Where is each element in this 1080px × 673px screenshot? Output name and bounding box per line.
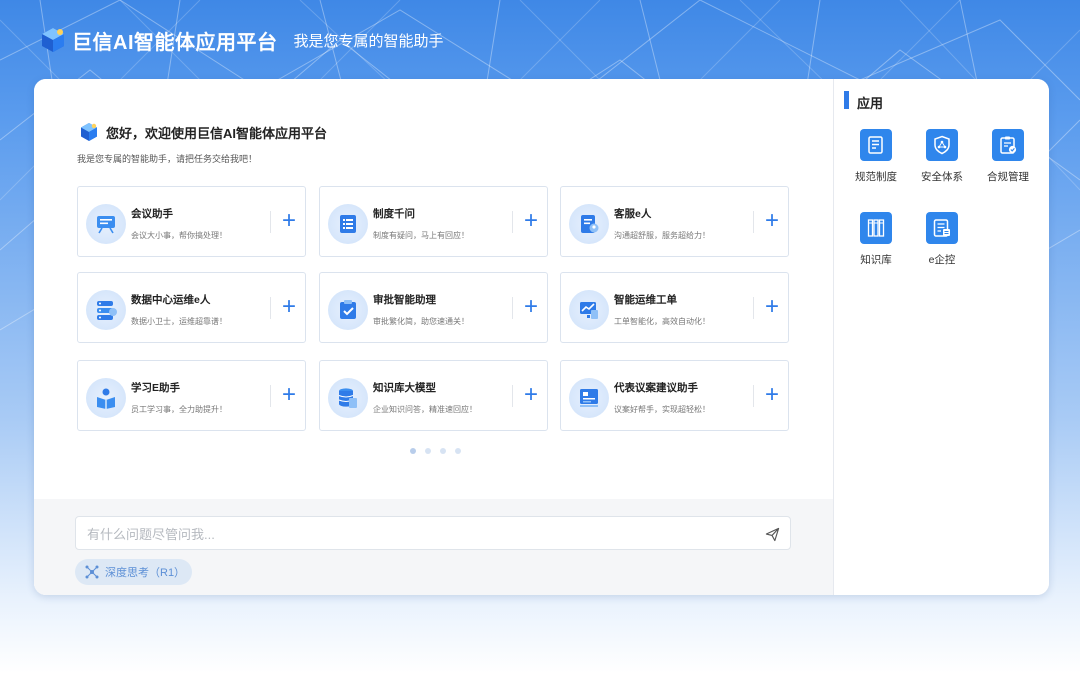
- knowledge-books-icon: [860, 212, 892, 244]
- assistant-card-policy-qa[interactable]: 制度千问 制度有疑问，马上有回应！ +: [319, 186, 548, 257]
- main-card: 您好，欢迎使用巨信AI智能体应用平台 我是您专属的智能助手，请把任务交给我吧！ …: [34, 79, 1049, 595]
- card-title: 审批智能助理: [373, 294, 436, 306]
- card-title: 制度千问: [373, 208, 415, 220]
- card-divider: [512, 211, 513, 233]
- policy-qa-icon: [328, 204, 368, 244]
- apps-title: 应用: [857, 96, 884, 111]
- enterprise-control-icon: [926, 212, 958, 244]
- add-icon[interactable]: +: [761, 295, 783, 319]
- app-label: 知识库: [860, 254, 892, 266]
- approval-icon: [328, 290, 368, 330]
- app-label: 规范制度: [855, 171, 897, 183]
- app-label: 合规管理: [987, 171, 1029, 183]
- app-enterprise-control[interactable]: e企控: [912, 212, 972, 267]
- deep-think-label: 深度思考（R1）: [105, 567, 186, 579]
- brand-title: 巨信AI智能体应用平台: [72, 31, 278, 54]
- assistant-card-proposal[interactable]: 代表议案建议助手 议案好帮手，实现超轻松！ +: [560, 360, 789, 431]
- card-divider: [753, 211, 754, 233]
- card-divider: [753, 297, 754, 319]
- app-label: e企控: [928, 254, 956, 266]
- app-security[interactable]: 安全体系: [912, 129, 972, 184]
- section-accent-bar: [844, 91, 849, 109]
- app-regulation[interactable]: 规范制度: [846, 129, 906, 184]
- work-order-icon: [569, 290, 609, 330]
- database-icon: [328, 378, 368, 418]
- card-title: 数据中心运维e人: [131, 294, 211, 306]
- app-label: 安全体系: [921, 171, 963, 183]
- add-icon[interactable]: +: [278, 295, 300, 319]
- network-icon: [85, 565, 99, 579]
- compliance-clipboard-icon: [992, 129, 1024, 161]
- card-description: 沟通超舒服，服务超给力！: [614, 231, 710, 240]
- assistant-card-meeting[interactable]: 会议助手 会议大小事，帮你搞处理！ +: [77, 186, 306, 257]
- card-title: 会议助手: [131, 208, 173, 220]
- add-icon[interactable]: +: [520, 295, 542, 319]
- add-icon[interactable]: +: [520, 209, 542, 233]
- card-divider: [270, 385, 271, 407]
- card-description: 工单智能化，高效自动化！: [614, 317, 710, 326]
- card-description: 制度有疑问，马上有回应！: [373, 231, 469, 240]
- customer-service-icon: [569, 204, 609, 244]
- carousel-pagination: [410, 448, 461, 454]
- brand-logo-icon: [42, 28, 64, 52]
- security-shield-icon: [926, 129, 958, 161]
- card-description: 审批繁化简，助您速通关！: [373, 317, 469, 326]
- proposal-icon: [569, 378, 609, 418]
- pagination-dot[interactable]: [410, 448, 416, 454]
- add-icon[interactable]: +: [520, 383, 542, 407]
- pagination-dot[interactable]: [455, 448, 461, 454]
- server-icon: [86, 290, 126, 330]
- add-icon[interactable]: +: [761, 209, 783, 233]
- send-icon[interactable]: [765, 527, 780, 542]
- card-divider: [753, 385, 754, 407]
- assistant-card-customer-service[interactable]: 客服e人 沟通超舒服，服务超给力！ +: [560, 186, 789, 257]
- card-description: 会议大小事，帮你搞处理！: [131, 231, 227, 240]
- card-description: 员工学习事，全力助提升！: [131, 405, 227, 414]
- apps-panel: 应用 规范制度 安全体系 合规管理 知识库 e企控: [834, 79, 1049, 595]
- card-divider: [512, 385, 513, 407]
- card-description: 数据小卫士，运维超靠谱！: [131, 317, 227, 326]
- welcome-title: 您好，欢迎使用巨信AI智能体应用平台: [106, 125, 328, 141]
- card-title: 智能运维工单: [614, 294, 677, 306]
- assistant-logo-icon: [81, 123, 97, 141]
- card-divider: [270, 297, 271, 319]
- add-icon[interactable]: +: [761, 383, 783, 407]
- brand-tagline: 我是您专属的智能助手: [293, 32, 444, 50]
- card-divider: [270, 211, 271, 233]
- chat-input-box[interactable]: [75, 516, 791, 550]
- pagination-dot[interactable]: [425, 448, 431, 454]
- app-compliance[interactable]: 合规管理: [978, 129, 1038, 184]
- meeting-icon: [86, 204, 126, 244]
- add-icon[interactable]: +: [278, 209, 300, 233]
- assistant-card-datacenter-ops[interactable]: 数据中心运维e人 数据小卫士，运维超靠谱！ +: [77, 272, 306, 343]
- page-header: 巨信AI智能体应用平台 我是您专属的智能助手: [38, 24, 444, 56]
- card-title: 客服e人: [614, 208, 652, 220]
- card-title: 学习E助手: [131, 382, 181, 394]
- card-description: 议案好帮手，实现超轻松！: [614, 405, 710, 414]
- card-title: 知识库大模型: [373, 382, 436, 394]
- assistant-card-knowledge-model[interactable]: 知识库大模型 企业知识问答，精准速回应！ +: [319, 360, 548, 431]
- app-knowledge-base[interactable]: 知识库: [846, 212, 906, 267]
- chat-input[interactable]: [85, 523, 749, 545]
- assistant-pane: 您好，欢迎使用巨信AI智能体应用平台 我是您专属的智能助手，请把任务交给我吧！ …: [34, 79, 833, 595]
- assistant-card-study[interactable]: 学习E助手 员工学习事，全力助提升！ +: [77, 360, 306, 431]
- card-description: 企业知识问答，精准速回应！: [373, 405, 477, 414]
- assistant-card-work-order[interactable]: 智能运维工单 工单智能化，高效自动化！ +: [560, 272, 789, 343]
- card-title: 代表议案建议助手: [614, 382, 698, 394]
- deep-think-button[interactable]: 深度思考（R1）: [75, 559, 192, 585]
- assistant-card-approval[interactable]: 审批智能助理 审批繁化简，助您速通关！ +: [319, 272, 548, 343]
- pagination-dot[interactable]: [440, 448, 446, 454]
- welcome-subtitle: 我是您专属的智能助手，请把任务交给我吧！: [77, 154, 258, 164]
- card-divider: [512, 297, 513, 319]
- add-icon[interactable]: +: [278, 383, 300, 407]
- study-icon: [86, 378, 126, 418]
- regulation-icon: [860, 129, 892, 161]
- welcome-header: 您好，欢迎使用巨信AI智能体应用平台: [78, 121, 327, 143]
